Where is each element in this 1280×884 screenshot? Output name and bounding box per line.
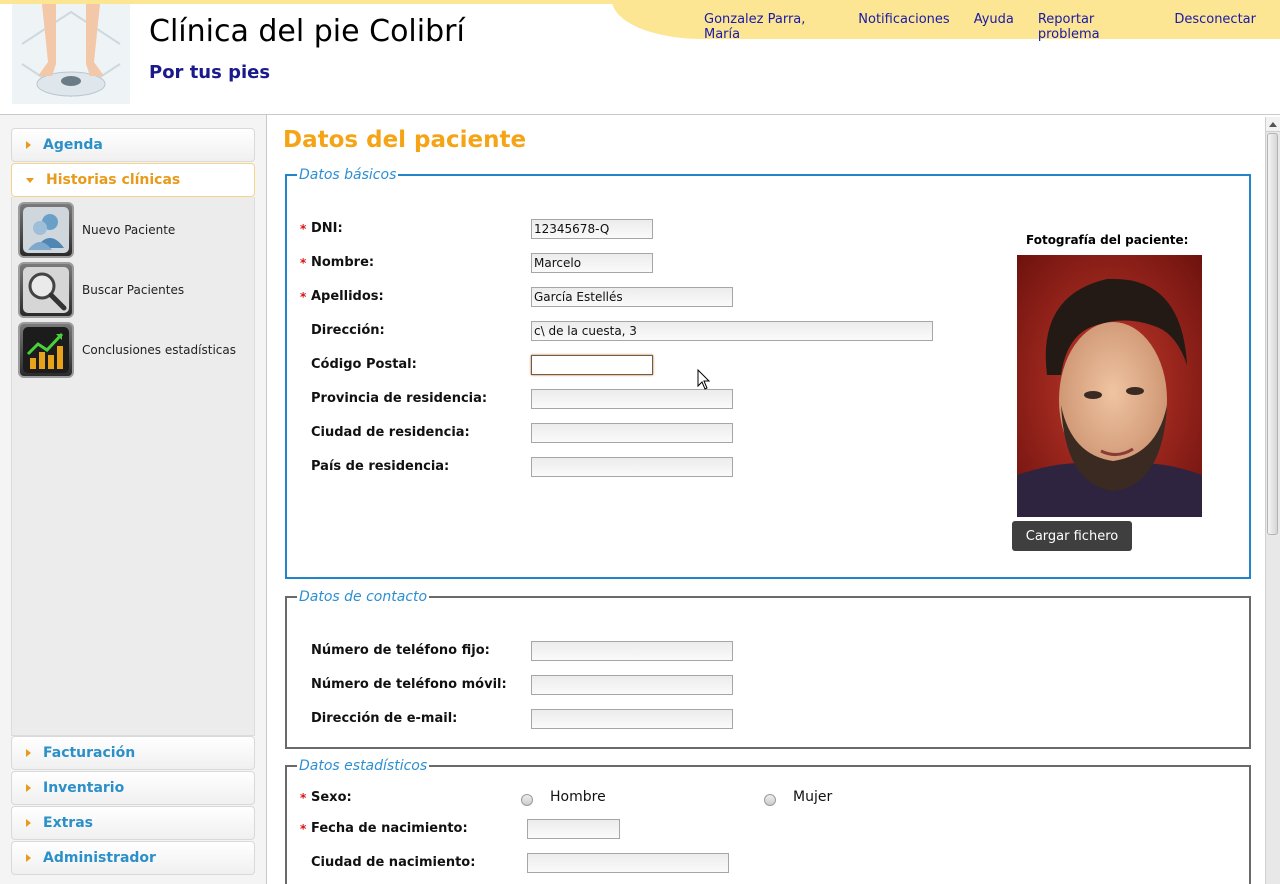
sidebar-section-administrador[interactable]: Administrador (11, 841, 255, 875)
sidebar-section-historias[interactable]: Historias clínicas (11, 163, 255, 197)
required-marker: * (300, 791, 307, 805)
sidebar-section-label: Agenda (43, 137, 103, 153)
radio-hombre-label: Hombre (550, 789, 606, 805)
sidebar-section-label: Inventario (43, 780, 125, 796)
provincia-label: Provincia de residencia: (311, 391, 488, 406)
arrow-up-icon (1269, 121, 1277, 127)
sidebar-section-label: Administrador (43, 850, 156, 866)
sidebar-section-label: Extras (43, 815, 93, 831)
app-header: Clínica del pie Colibrí Por tus pies Gon… (0, 0, 1280, 115)
clinic-logo-icon (12, 4, 130, 104)
submenu-conclusiones[interactable]: Conclusiones estadísticas (18, 321, 236, 379)
telefono-movil-label: Número de teléfono móvil: (311, 677, 507, 692)
apellidos-input[interactable] (531, 287, 733, 307)
ciudad-input[interactable] (531, 423, 733, 443)
sidebar-section-label: Facturación (43, 745, 136, 761)
provincia-input[interactable] (531, 389, 733, 409)
mouse-cursor-icon (697, 369, 711, 390)
submenu-buscar-pacientes[interactable]: Buscar Pacientes (18, 261, 184, 319)
photo-label: Fotografía del paciente: (1026, 233, 1189, 247)
magnifier-icon (18, 262, 74, 318)
page-title: Datos del paciente (283, 127, 527, 153)
ciudad-label: Ciudad de residencia: (311, 425, 470, 440)
chevron-right-icon (26, 854, 31, 862)
scroll-up-button[interactable] (1266, 117, 1280, 132)
nombre-input[interactable] (531, 253, 653, 273)
logout-link[interactable]: Desconectar (1174, 12, 1256, 42)
sexo-label: Sexo: (311, 790, 352, 805)
required-marker: * (300, 222, 307, 236)
submenu-label: Nuevo Paciente (82, 223, 176, 237)
radio-mujer[interactable] (764, 794, 776, 806)
chevron-right-icon (26, 749, 31, 757)
fieldset-legend: Datos de contacto (299, 589, 428, 605)
pais-label: País de residencia: (311, 459, 450, 474)
ciudad-nacimiento-label: Ciudad de nacimiento: (311, 855, 476, 870)
sidebar-section-facturacion[interactable]: Facturación (11, 736, 255, 770)
required-marker: * (300, 822, 307, 836)
chevron-right-icon (26, 819, 31, 827)
direccion-label: Dirección: (311, 323, 385, 338)
chevron-down-icon (26, 177, 34, 183)
main-content: Datos del paciente Datos básicos * DNI: … (272, 115, 1262, 884)
telefono-movil-input[interactable] (531, 675, 733, 695)
radio-hombre[interactable] (521, 794, 533, 806)
sidebar-section-extras[interactable]: Extras (11, 806, 255, 840)
dni-label: DNI: (311, 221, 343, 236)
required-marker: * (300, 290, 307, 304)
users-icon (18, 202, 74, 258)
sidebar-section-label: Historias clínicas (46, 172, 181, 188)
codigo-postal-input[interactable] (531, 355, 653, 375)
top-nav: Gonzalez Parra, María Notificaciones Ayu… (704, 12, 1280, 42)
direccion-input[interactable] (531, 321, 933, 341)
submenu-nuevo-paciente[interactable]: Nuevo Paciente (18, 201, 175, 259)
notifications-link[interactable]: Notificaciones (858, 12, 949, 42)
pais-input[interactable] (531, 457, 733, 477)
required-marker: * (300, 256, 307, 270)
submenu-label: Buscar Pacientes (82, 283, 185, 297)
email-label: Dirección de e-mail: (311, 711, 458, 726)
patient-photo (1017, 255, 1202, 517)
chevron-right-icon (26, 784, 31, 792)
site-title: Clínica del pie Colibrí (149, 14, 465, 49)
user-name-link[interactable]: Gonzalez Parra, María (704, 12, 834, 42)
help-link[interactable]: Ayuda (974, 12, 1014, 42)
scroll-thumb[interactable] (1267, 133, 1278, 535)
historias-submenu: Nuevo Paciente Buscar Pacientes Conclusi… (11, 197, 255, 736)
apellidos-label: Apellidos: (311, 289, 384, 304)
nombre-label: Nombre: (311, 255, 375, 270)
report-problem-link[interactable]: Reportar problema (1038, 12, 1150, 42)
ciudad-nacimiento-input[interactable] (527, 853, 729, 873)
dni-input[interactable] (531, 219, 653, 239)
chevron-right-icon (26, 141, 31, 149)
sidebar: Agenda Historias clínicas Nuevo Paciente (0, 115, 267, 884)
upload-file-button[interactable]: Cargar fichero (1012, 521, 1132, 551)
telefono-fijo-input[interactable] (531, 641, 733, 661)
email-input[interactable] (531, 709, 733, 729)
fieldset-legend: Datos estadísticos (299, 758, 428, 774)
codigo-postal-label: Código Postal: (311, 357, 417, 372)
main-scrollbar[interactable] (1265, 117, 1280, 884)
chart-icon (18, 322, 74, 378)
site-tagline: Por tus pies (149, 62, 271, 83)
sidebar-section-inventario[interactable]: Inventario (11, 771, 255, 805)
fieldset-legend: Datos básicos (299, 167, 397, 183)
radio-mujer-label: Mujer (793, 789, 833, 805)
sidebar-section-agenda[interactable]: Agenda (11, 128, 255, 162)
fecha-nacimiento-label: Fecha de nacimiento: (311, 821, 468, 836)
submenu-label: Conclusiones estadísticas (82, 343, 236, 357)
fecha-nacimiento-input[interactable] (527, 819, 620, 839)
telefono-fijo-label: Número de teléfono fijo: (311, 643, 490, 658)
